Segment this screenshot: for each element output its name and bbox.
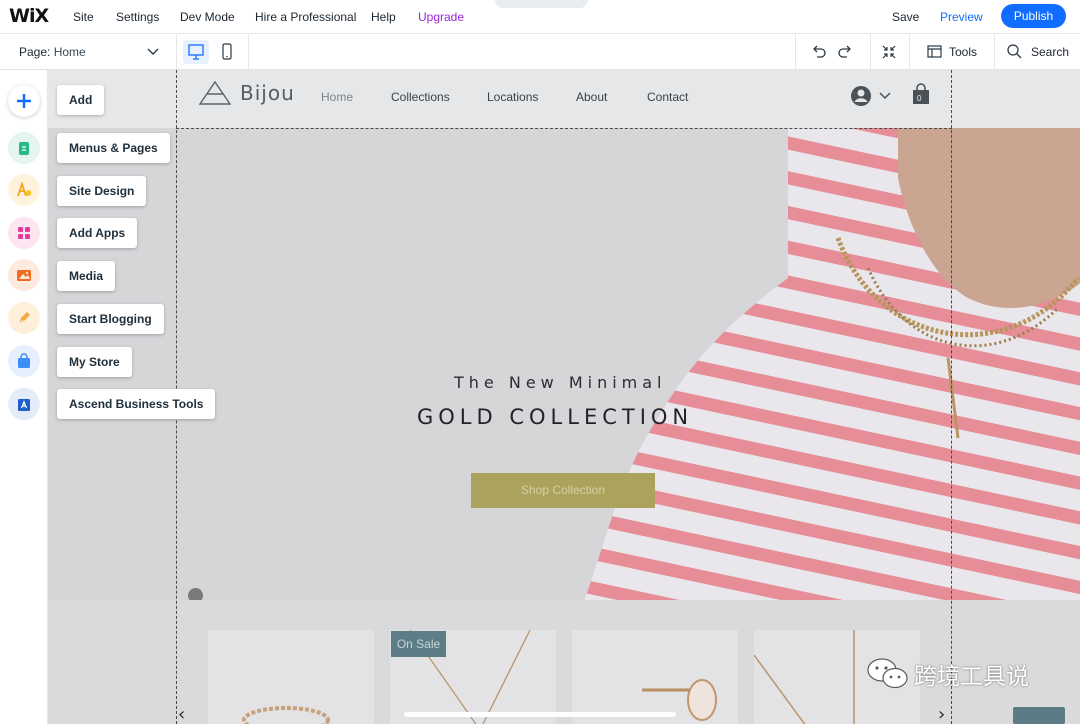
blog-icon xyxy=(18,312,30,325)
divider xyxy=(909,34,910,70)
watermark: 跨境工具说 xyxy=(866,656,1029,692)
menu-upgrade[interactable]: Upgrade xyxy=(418,10,464,24)
mobile-icon xyxy=(222,43,232,60)
product-card[interactable] xyxy=(572,630,738,724)
plus-icon xyxy=(17,94,31,108)
add-label[interactable]: Add xyxy=(57,85,105,115)
site-nav-collections[interactable]: Collections xyxy=(391,90,450,104)
page-label: Page: xyxy=(19,45,51,59)
top-notch xyxy=(495,0,588,8)
divider xyxy=(248,34,249,70)
menu-settings[interactable]: Settings xyxy=(116,10,159,24)
menus-pages-rail-button[interactable] xyxy=(8,132,40,164)
tools-icon[interactable] xyxy=(926,43,943,65)
header-guide xyxy=(176,128,952,129)
page-name: Home xyxy=(53,45,86,59)
publish-button[interactable]: Publish xyxy=(1001,4,1066,28)
stud-earring-image xyxy=(642,679,717,721)
desktop-icon xyxy=(188,44,204,60)
store-rail-button[interactable] xyxy=(8,345,40,377)
menu-hire-professional[interactable]: Hire a Professional xyxy=(255,10,356,24)
horizontal-scrollbar[interactable] xyxy=(404,712,676,717)
pages-icon xyxy=(19,142,29,155)
watermark-text: 跨境工具说 xyxy=(914,664,1029,690)
chevron-down-icon[interactable] xyxy=(146,44,160,63)
brand[interactable]: Bijou xyxy=(198,80,295,106)
site-nav-about[interactable]: About xyxy=(576,90,607,104)
divider xyxy=(795,34,796,70)
preview-button[interactable]: Preview xyxy=(940,10,983,24)
divider xyxy=(176,34,177,70)
add-apps-rail-button[interactable] xyxy=(8,217,40,249)
desktop-view-button[interactable] xyxy=(183,40,209,64)
tools-button[interactable]: Tools xyxy=(949,45,977,59)
add-apps-label[interactable]: Add Apps xyxy=(57,218,138,248)
on-sale-badge: On Sale xyxy=(391,631,446,657)
site-header[interactable]: Bijou Home Collections Locations About C… xyxy=(48,70,1080,128)
site-design-rail-button[interactable] xyxy=(8,174,40,206)
ascend-icon xyxy=(18,399,30,411)
menus-pages-label[interactable]: Menus & Pages xyxy=(57,133,170,163)
layout-guide-right xyxy=(951,70,952,724)
menu-help[interactable]: Help xyxy=(371,10,396,24)
divider xyxy=(870,34,871,70)
account-icon[interactable] xyxy=(850,85,892,112)
site-nav-home[interactable]: Home xyxy=(321,90,353,104)
media-rail-button[interactable] xyxy=(8,259,40,291)
media-label[interactable]: Media xyxy=(57,261,116,291)
chat-button[interactable] xyxy=(1013,707,1065,724)
save-button[interactable]: Save xyxy=(892,10,919,24)
ascend-business-tools-label[interactable]: Ascend Business Tools xyxy=(57,389,216,419)
site-nav-contact[interactable]: Contact xyxy=(647,90,688,104)
search-button[interactable]: Search xyxy=(1031,45,1069,59)
search-icon[interactable] xyxy=(1006,43,1023,65)
undo-icon[interactable] xyxy=(810,43,828,66)
add-rail-button[interactable] xyxy=(8,85,40,117)
redo-icon[interactable] xyxy=(836,43,854,66)
blog-rail-button[interactable] xyxy=(8,302,40,334)
site-nav-locations[interactable]: Locations xyxy=(487,90,538,104)
shop-collection-button[interactable]: Shop Collection xyxy=(471,473,655,508)
hero-section[interactable]: The New Minimal GOLD COLLECTION Shop Col… xyxy=(48,128,1080,600)
store-icon xyxy=(18,353,30,368)
triangle-logo-icon xyxy=(198,80,232,105)
menu-site[interactable]: Site xyxy=(73,10,94,24)
editor-toolbar: Page: Home Tools Search xyxy=(0,34,1080,70)
divider xyxy=(994,34,995,70)
model-photo xyxy=(584,128,1080,600)
zoom-out-icon[interactable] xyxy=(880,43,898,66)
cart-count: 0 xyxy=(917,94,922,103)
top-bar: WiX Site Settings Dev Mode Hire a Profes… xyxy=(0,0,1080,34)
my-store-label[interactable]: My Store xyxy=(57,347,132,377)
hero-lead: The New Minimal xyxy=(454,373,667,392)
chevron-right-icon[interactable]: › xyxy=(938,704,945,724)
left-rail xyxy=(0,70,48,724)
page-selector[interactable]: Page: Home xyxy=(19,45,86,59)
brand-name: Bijou xyxy=(240,81,295,105)
product-card[interactable] xyxy=(208,630,374,724)
wix-logo[interactable]: WiX xyxy=(9,5,49,27)
ring-image xyxy=(242,706,330,724)
media-icon xyxy=(17,270,31,281)
ascend-rail-button[interactable] xyxy=(8,388,40,420)
start-blogging-label[interactable]: Start Blogging xyxy=(57,304,164,334)
mobile-view-button[interactable] xyxy=(214,40,240,64)
slider-dot[interactable] xyxy=(188,588,203,600)
apps-icon xyxy=(18,227,30,239)
site-design-icon xyxy=(17,181,32,197)
hero-title: GOLD COLLECTION xyxy=(417,405,694,429)
menu-dev-mode[interactable]: Dev Mode xyxy=(180,10,235,24)
site-design-label[interactable]: Site Design xyxy=(57,176,147,206)
chevron-left-icon[interactable]: ‹ xyxy=(178,704,185,724)
wechat-icon xyxy=(867,658,908,689)
